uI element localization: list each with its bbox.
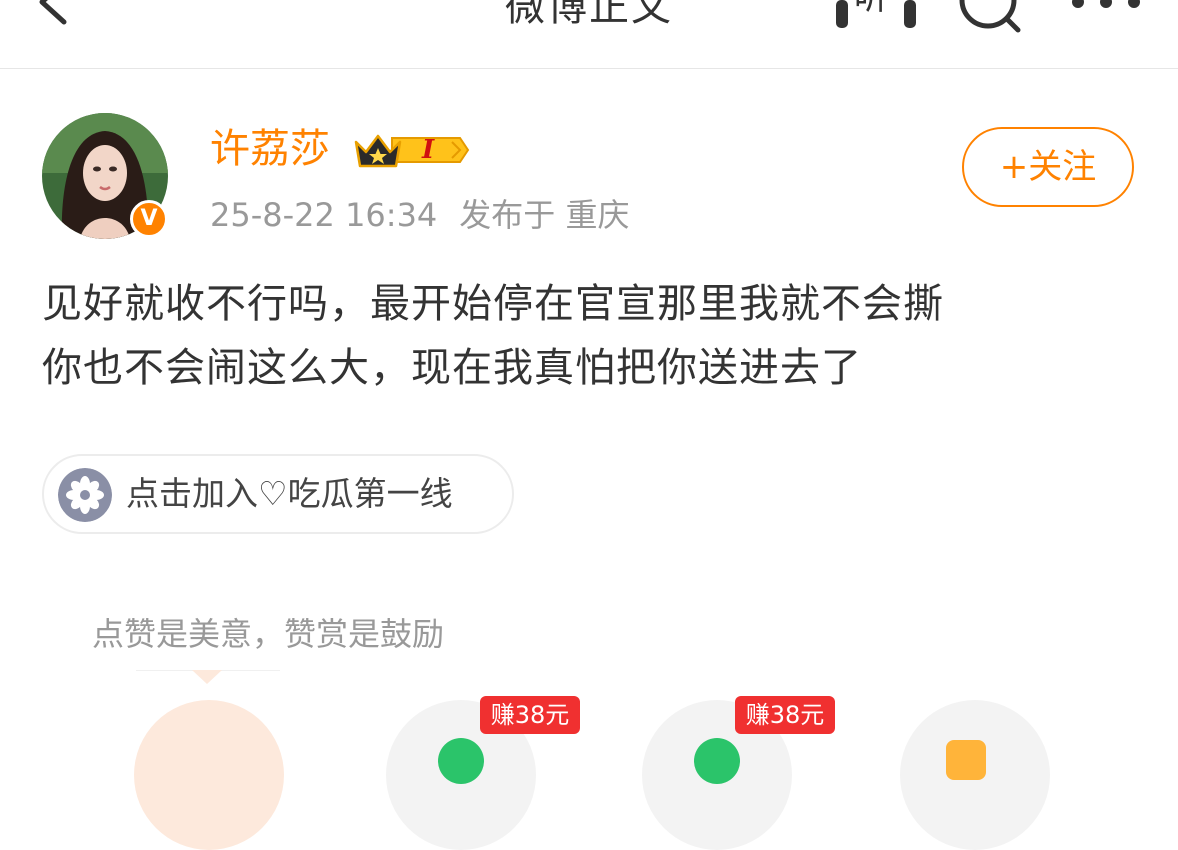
crown-icon	[354, 134, 470, 168]
search-icon[interactable]	[956, 0, 1026, 38]
post-time: 25-8-22 16:34	[210, 196, 438, 234]
flower-icon	[58, 468, 112, 522]
reward-action[interactable]	[900, 700, 1050, 850]
like-action[interactable]	[134, 700, 284, 850]
author-name[interactable]: 许荔莎	[210, 124, 330, 174]
topic-pill[interactable]: 点击加入♡吃瓜第一线	[42, 454, 514, 534]
listen-button[interactable]: 听	[836, 0, 918, 32]
verified-badge: V	[130, 200, 168, 238]
top-nav-bar: 微博正文 听	[0, 0, 1178, 69]
more-icon[interactable]	[1068, 0, 1148, 12]
listen-label: 听	[854, 0, 888, 18]
earn-badge: 赚38元	[735, 696, 835, 734]
post-content: 见好就收不行吗，最开始停在官宣那里我就不会撕 你也不会闹这么大，现在我真怕把你送…	[42, 272, 1132, 400]
green-coin-icon	[438, 738, 484, 784]
post-text-line: 见好就收不行吗，最开始停在官宣那里我就不会撕	[42, 281, 944, 327]
level-number: I	[422, 135, 435, 165]
post-meta: 25-8-22 16:34 发布于 重庆	[210, 193, 651, 237]
post-text-line: 你也不会闹这么大，现在我真怕把你送进去了	[42, 345, 862, 391]
topic-label: 点击加入♡吃瓜第一线	[126, 474, 453, 513]
crown-level-badge[interactable]: I	[352, 128, 470, 172]
pointer-arrow-icon	[192, 670, 222, 684]
post-location: 发布于 重庆	[459, 196, 630, 234]
green-coin-icon	[694, 738, 740, 784]
follow-button[interactable]: +关注	[962, 127, 1134, 207]
orange-coin-icon	[946, 740, 986, 780]
reward-hint: 点赞是美意，赞赏是鼓励	[92, 615, 445, 653]
earn-badge: 赚38元	[480, 696, 580, 734]
